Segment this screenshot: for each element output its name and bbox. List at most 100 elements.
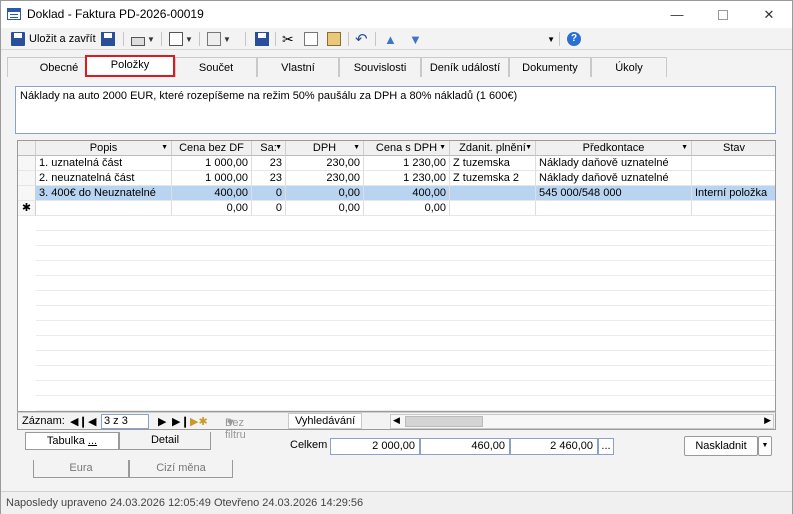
export-button[interactable]: ▼ <box>207 30 231 48</box>
grid-corner[interactable] <box>18 141 36 156</box>
save-disk-button[interactable] <box>255 30 269 48</box>
col-header-zdanit[interactable]: Zdanit. plnění ▼ <box>450 141 536 156</box>
scroll-right-icon[interactable]: ▶ <box>764 415 771 426</box>
row-header[interactable] <box>18 171 36 186</box>
maximize-button[interactable] <box>700 1 746 28</box>
row-header[interactable] <box>18 156 36 171</box>
horizontal-scrollbar[interactable]: ◀ ▶ <box>390 414 774 429</box>
export-icon <box>207 32 221 46</box>
cell-predkontace[interactable]: Náklady daňově uznatelné <box>536 156 692 171</box>
tab-dokumenty[interactable]: Dokumenty <box>509 57 591 77</box>
undo-button[interactable]: ↶ <box>355 30 368 48</box>
paste-button[interactable] <box>327 30 341 48</box>
prev-record-button[interactable]: ◀ <box>88 415 96 428</box>
arrow-up-icon: ▲ <box>384 31 397 47</box>
cut-button[interactable]: ✂ <box>282 30 294 48</box>
cell-zdanit[interactable]: Z tuzemska 2 <box>450 171 536 186</box>
copy-button[interactable] <box>304 30 318 48</box>
cell-sazba[interactable]: 23 <box>252 171 286 186</box>
cell-predkontace[interactable]: 545 000/548 000 <box>536 186 692 201</box>
move-down-button[interactable]: ▼ <box>409 30 422 48</box>
tab-denik-udalosti[interactable]: Deník událostí <box>421 57 509 77</box>
cell-predkontace[interactable]: Náklady daňově uznatelné <box>536 171 692 186</box>
cell-cena-s[interactable]: 400,00 <box>364 186 450 201</box>
cell-cena-bez[interactable]: 1 000,00 <box>172 156 252 171</box>
cell-sazba[interactable]: 0 <box>252 186 286 201</box>
cell-cena-bez[interactable]: 0,00 <box>172 201 252 216</box>
cell-cena-s[interactable]: 0,00 <box>364 201 450 216</box>
cell-stav[interactable] <box>692 171 775 186</box>
cell-dph[interactable]: 0,00 <box>286 186 364 201</box>
col-header-popis[interactable]: Popis ▼ <box>36 141 172 156</box>
chevron-down-icon: ▼ <box>185 34 193 44</box>
magnifier-icon <box>169 32 183 46</box>
subtab-tabulka[interactable]: Tabulka ... <box>25 432 119 450</box>
cell-stav[interactable] <box>692 201 775 216</box>
cell-dph[interactable]: 230,00 <box>286 156 364 171</box>
col-header-cena-bez[interactable]: Cena bez DF <box>172 141 252 156</box>
cell-popis[interactable]: 1. uznatelná část <box>36 156 172 171</box>
minimize-button[interactable]: — <box>654 1 700 28</box>
first-record-button[interactable]: ◀❙ <box>70 415 88 428</box>
totals-more-button[interactable]: ... <box>598 438 614 455</box>
subtab-cizi-mena[interactable]: Cizí měna <box>129 460 233 478</box>
cell-dph[interactable]: 230,00 <box>286 171 364 186</box>
col-header-sazba[interactable]: Sa: ▼ <box>252 141 286 156</box>
record-position-input[interactable]: 3 z 3 <box>101 414 149 429</box>
tab-ukoly[interactable]: Úkoly <box>591 57 667 77</box>
save-close-button[interactable]: Uložit a zavřít <box>11 30 96 48</box>
help-button[interactable]: ? <box>567 30 581 48</box>
new-record-button[interactable]: ▶✱ <box>190 415 208 428</box>
cell-popis[interactable] <box>36 201 172 216</box>
cell-zdanit[interactable] <box>450 186 536 201</box>
cell-zdanit[interactable]: Z tuzemska <box>450 156 536 171</box>
cell-cena-bez[interactable]: 1 000,00 <box>172 171 252 186</box>
tab-vlastni[interactable]: Vlastní <box>257 57 339 77</box>
cell-stav[interactable]: Interní položka <box>692 186 775 201</box>
paste-icon <box>327 32 341 46</box>
cell-popis[interactable]: 2. neuznatelná část <box>36 171 172 186</box>
note-field[interactable]: Náklady na auto 2000 EUR, které rozepíše… <box>15 86 776 134</box>
disk-icon <box>255 32 269 46</box>
preview-button[interactable]: ▼ <box>169 30 193 48</box>
grid-empty-area <box>36 216 775 411</box>
last-record-button[interactable]: ▶❙ <box>172 415 190 428</box>
subtab-detail[interactable]: Detail <box>119 432 211 450</box>
totals-label: Celkem <box>290 439 328 451</box>
cell-popis[interactable]: 3. 400€ do Neuznatelné <box>36 186 172 201</box>
cell-sazba[interactable]: 0 <box>252 201 286 216</box>
cell-sazba[interactable]: 23 <box>252 156 286 171</box>
search-field[interactable]: Vyhledávání <box>288 413 363 429</box>
move-up-button[interactable]: ▲ <box>384 30 397 48</box>
tab-souvislosti[interactable]: Souvislosti <box>339 57 421 77</box>
next-record-button[interactable]: ▶ <box>158 415 166 428</box>
cell-cena-bez[interactable]: 400,00 <box>172 186 252 201</box>
col-header-predkontace[interactable]: Předkontace ▼ <box>536 141 692 156</box>
cell-zdanit[interactable] <box>450 201 536 216</box>
print-button[interactable]: ▼ <box>131 30 155 48</box>
scroll-left-icon[interactable]: ◀ <box>393 415 400 426</box>
total-dph: 460,00 <box>420 438 510 455</box>
col-header-cena-s[interactable]: Cena s DPH ▼ <box>364 141 450 156</box>
close-button[interactable]: ✕ <box>746 1 792 28</box>
cell-dph[interactable]: 0,00 <box>286 201 364 216</box>
printer-icon <box>131 36 145 46</box>
tab-soucet[interactable]: Součet <box>175 57 257 77</box>
naskladnit-button[interactable]: Naskladnit <box>684 436 758 456</box>
tab-polozky[interactable]: Položky <box>85 55 175 77</box>
cell-stav[interactable] <box>692 156 775 171</box>
col-header-dph[interactable]: DPH ▼ <box>286 141 364 156</box>
row-header[interactable] <box>18 186 36 201</box>
cell-predkontace[interactable] <box>536 201 692 216</box>
scroll-thumb[interactable] <box>405 416 483 427</box>
cell-cena-s[interactable]: 1 230,00 <box>364 171 450 186</box>
window-title: Doklad - Faktura PD-2026-00019 <box>27 7 204 21</box>
subtab-eura[interactable]: Eura <box>33 460 129 478</box>
col-header-stav[interactable]: Stav <box>692 141 775 156</box>
total-s-dph: 2 460,00 <box>510 438 598 455</box>
cell-cena-s[interactable]: 1 230,00 <box>364 156 450 171</box>
new-row-marker[interactable]: ✱ <box>18 201 36 216</box>
save-button[interactable] <box>101 30 115 48</box>
search-combo[interactable]: ▼ <box>435 30 555 48</box>
naskladnit-dropdown-button[interactable]: ▼ <box>758 436 772 456</box>
